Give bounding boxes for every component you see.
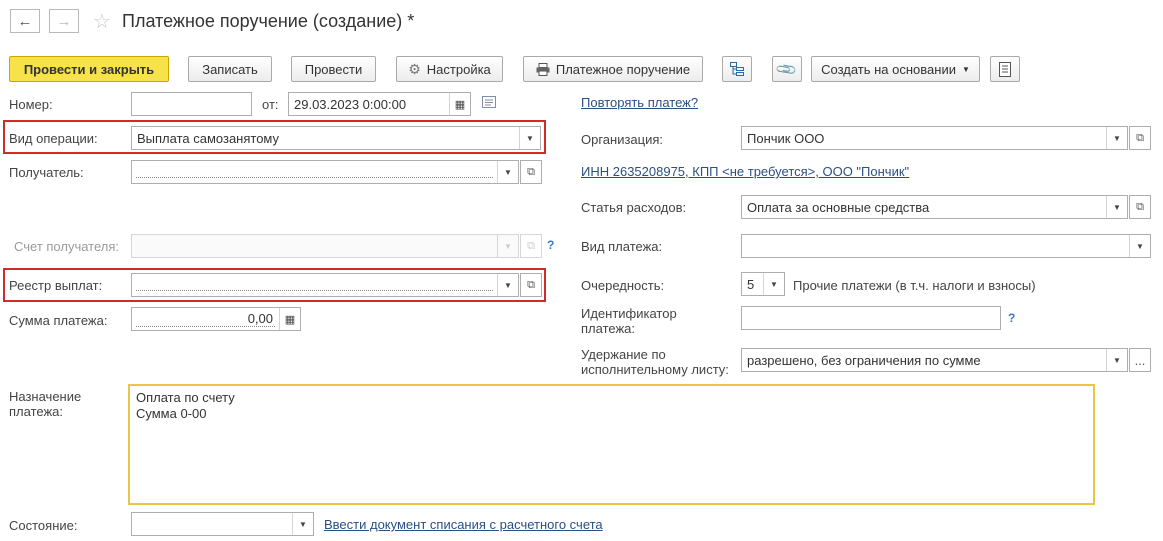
date-input[interactable]: 29.03.2023 0:00:00 ▦ (288, 92, 471, 116)
chevron-down-icon[interactable]: ▼ (292, 513, 313, 535)
withholding-label: Удержание по исполнительному листу: (581, 347, 729, 377)
help-question-icon[interactable]: ? (1008, 311, 1015, 325)
chevron-down-icon[interactable]: ▼ (1129, 235, 1150, 257)
organization-value: Пончик ООО (747, 130, 825, 146)
empty-field-placeholder (136, 280, 493, 291)
hierarchy-icon (730, 62, 744, 76)
arrow-left-icon: ← (17, 12, 33, 30)
purpose-label: Назначение платежа: (9, 389, 82, 419)
priority-select[interactable]: 5 ▼ (741, 272, 785, 296)
ellipsis-icon: ... (1134, 352, 1146, 368)
forward-button[interactable]: → (49, 9, 79, 33)
save-button[interactable]: Записать (188, 56, 272, 82)
chevron-down-icon[interactable]: ▼ (497, 235, 518, 257)
chevron-down-icon[interactable]: ▼ (497, 274, 518, 296)
chevron-down-icon[interactable]: ▼ (763, 273, 784, 295)
recipient-account-label: Счет получателя: (14, 239, 120, 254)
print-payment-order-button[interactable]: Платежное поручение (523, 56, 703, 82)
chevron-down-icon[interactable]: ▼ (497, 161, 518, 183)
post-button[interactable]: Провести (291, 56, 376, 82)
favorite-star-icon[interactable]: ☆ (93, 9, 111, 34)
operation-type-select[interactable]: Выплата самозанятому ▼ (131, 126, 541, 150)
chevron-down-icon[interactable]: ▼ (1106, 127, 1127, 149)
expense-item-select[interactable]: Оплата за основные средства ▼ (741, 195, 1128, 219)
state-select[interactable]: ▼ (131, 512, 314, 536)
expense-item-value: Оплата за основные средства (747, 199, 930, 215)
payment-id-label: Идентификатор платежа: (581, 306, 677, 336)
amount-label: Сумма платежа: (9, 313, 108, 328)
date-value: 29.03.2023 0:00:00 (294, 96, 407, 112)
payment-id-input[interactable] (741, 306, 1001, 330)
repeat-payment-link[interactable]: Повторять платеж? (581, 95, 698, 110)
open-window-icon: ⧉ (527, 278, 535, 291)
recipient-account-input[interactable]: ▼ (131, 234, 519, 258)
payment-kind-label: Вид платежа: (581, 239, 663, 254)
recipient-input[interactable]: ▼ (131, 160, 519, 184)
organization-details-link[interactable]: ИНН 2635208975, КПП <не требуется>, ООО … (581, 164, 909, 179)
post-and-close-button[interactable]: Провести и закрыть (9, 56, 169, 82)
create-based-on-button[interactable]: Создать на основании ▼ (811, 56, 980, 82)
open-expense-item-button[interactable]: ⧉ (1129, 195, 1151, 219)
open-window-icon: ⧉ (1136, 131, 1144, 144)
operation-type-label: Вид операции: (9, 131, 98, 146)
create-based-on-label: Создать на основании (821, 61, 956, 77)
number-input[interactable] (131, 92, 252, 116)
open-recipient-button[interactable]: ⧉ (520, 160, 542, 184)
recipient-label: Получатель: (9, 165, 84, 180)
calendar-icon[interactable]: ▦ (449, 93, 470, 115)
settings-button[interactable]: ⚙ Настройка (396, 56, 503, 82)
organization-select[interactable]: Пончик ООО ▼ (741, 126, 1128, 150)
purpose-line-1: Оплата по счету (136, 390, 235, 405)
attachments-button[interactable]: 📎 (772, 56, 802, 82)
expense-item-label: Статья расходов: (581, 200, 687, 215)
chevron-down-icon[interactable]: ▼ (519, 127, 540, 149)
open-payment-registry-button[interactable]: ⧉ (520, 273, 542, 297)
empty-field-placeholder (136, 167, 493, 178)
chevron-down-icon[interactable]: ▼ (1106, 349, 1127, 371)
state-label: Состояние: (9, 518, 78, 533)
payment-registry-input[interactable]: ▼ (131, 273, 519, 297)
back-button[interactable]: ← (10, 9, 40, 33)
help-question-icon[interactable]: ? (547, 238, 554, 252)
open-window-icon: ⧉ (1136, 200, 1144, 213)
priority-description: Прочие платежи (в т.ч. налоги и взносы) (793, 278, 1036, 293)
structure-button[interactable] (722, 56, 752, 82)
purpose-textarea[interactable]: Оплата по счету Сумма 0-00 (128, 384, 1095, 505)
organization-label: Организация: (581, 132, 664, 147)
report-button[interactable] (990, 56, 1020, 82)
number-label: Номер: (9, 97, 53, 112)
open-window-icon: ⧉ (527, 165, 535, 178)
withholding-select[interactable]: разрешено, без ограничения по сумме ▼ (741, 348, 1128, 372)
printer-icon (536, 62, 550, 76)
open-organization-button[interactable]: ⧉ (1129, 126, 1151, 150)
chevron-down-icon[interactable]: ▼ (1106, 196, 1127, 218)
writeoff-document-link[interactable]: Ввести документ списания с расчетного сч… (324, 517, 603, 532)
amount-value: 0,00 (136, 312, 275, 327)
priority-label: Очередность: (581, 278, 665, 293)
payment-registry-label: Реестр выплат: (9, 278, 103, 293)
comment-icon[interactable] (482, 96, 496, 111)
arrow-right-icon: → (56, 12, 72, 30)
print-payment-order-label: Платежное поручение (555, 61, 691, 77)
withholding-value: разрешено, без ограничения по сумме (747, 352, 981, 368)
gear-icon: ⚙ (408, 60, 421, 77)
document-list-icon (999, 61, 1011, 77)
date-from-label: от: (262, 97, 279, 112)
withholding-more-button[interactable]: ... (1129, 348, 1151, 372)
operation-type-value: Выплата самозанятому (137, 130, 280, 146)
settings-label: Настройка (426, 61, 491, 77)
chevron-down-icon: ▼ (961, 64, 970, 74)
open-window-icon: ⧉ (527, 239, 535, 252)
purpose-line-2: Сумма 0-00 (136, 406, 207, 421)
amount-input[interactable]: 0,00 ▦ (131, 307, 301, 331)
page-title: Платежное поручение (создание) * (122, 11, 415, 31)
paperclip-icon: 📎 (774, 56, 799, 81)
priority-value: 5 (747, 276, 755, 292)
calculator-icon[interactable]: ▦ (279, 308, 300, 330)
open-recipient-account-button[interactable]: ⧉ (520, 234, 542, 258)
payment-kind-select[interactable]: ▼ (741, 234, 1151, 258)
